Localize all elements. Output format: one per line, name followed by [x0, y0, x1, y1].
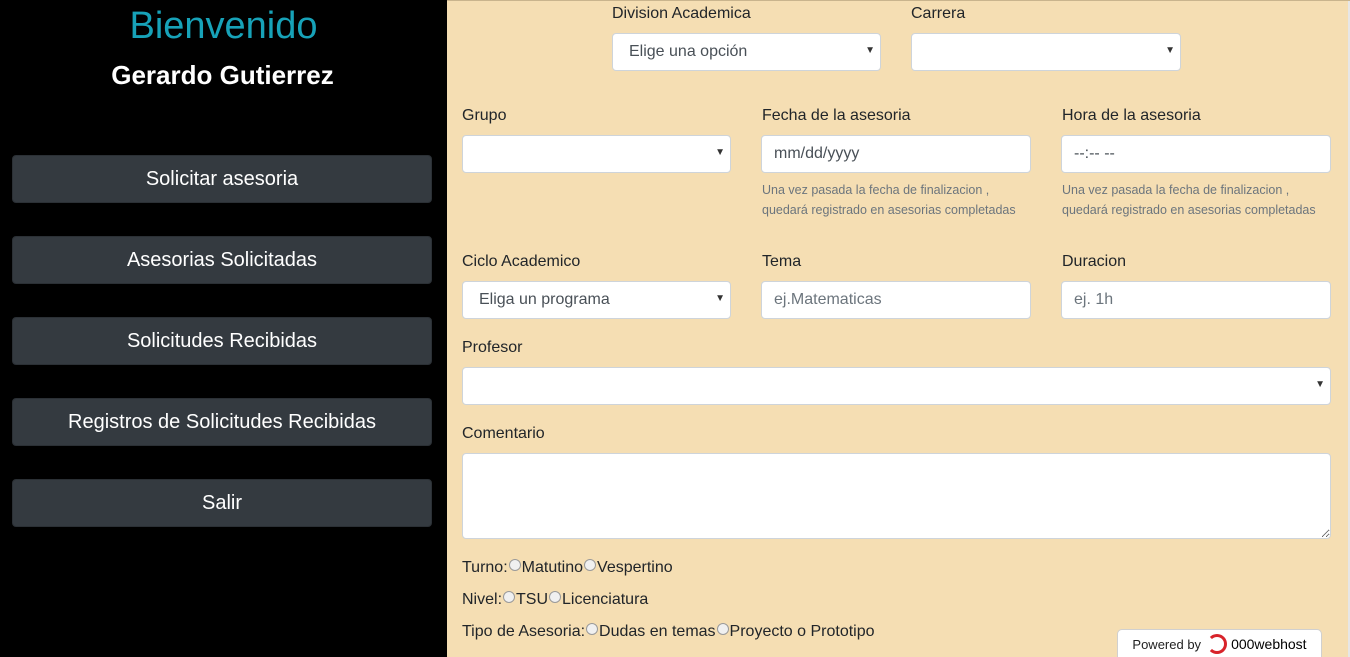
comentario-textarea[interactable] [462, 453, 1331, 539]
division-value: Elige una opción [629, 43, 748, 60]
fecha-label: Fecha de la asesoria [762, 107, 911, 124]
powered-by-badge[interactable]: Powered by 000webhost [1117, 629, 1322, 657]
solicitar-asesoria-button[interactable]: Solicitar asesoria [12, 155, 432, 203]
sidebar: Bienvenido Gerardo Gutierrez Solicitar a… [0, 0, 447, 657]
turno-label: Turno: [462, 559, 508, 576]
user-name: Gerardo Gutierrez [111, 60, 334, 90]
welcome-heading: Bienvenido [129, 5, 318, 47]
host-brand: 000webhost [1231, 636, 1307, 652]
fecha-value: mm/dd/yyyy [774, 145, 860, 162]
hora-help-text: Una vez pasada la fecha de finalizacion … [1062, 183, 1316, 217]
solicitudes-recibidas-button[interactable]: Solicitudes Recibidas [12, 317, 432, 365]
fecha-input[interactable]: mm/dd/yyyy [761, 135, 1031, 173]
asesorias-solicitadas-button[interactable]: Asesorias Solicitadas [12, 236, 432, 284]
ciclo-value: Eliga un programa [479, 291, 610, 308]
duracion-label: Duracion [1062, 253, 1127, 270]
profesor-label: Profesor [462, 339, 523, 356]
radio-icon[interactable] [586, 623, 599, 635]
turno-option-matutino[interactable]: Matutino [522, 559, 583, 577]
tema-input[interactable]: ej.Matematicas [761, 281, 1031, 319]
hora-value: --:-- -- [1074, 145, 1115, 162]
carrera-label: Carrera [911, 5, 966, 22]
nivel-option-licenciatura[interactable]: Licenciatura [562, 591, 648, 609]
ciclo-label: Ciclo Academico [462, 253, 581, 270]
profesor-select[interactable]: ▼ [462, 367, 1331, 405]
comentario-label: Comentario [462, 425, 545, 442]
grupo-select[interactable]: ▼ [462, 135, 731, 173]
tipo-label: Tipo de Asesoria: [462, 623, 586, 640]
turno-option-vespertino[interactable]: Vespertino [597, 559, 673, 577]
division-select[interactable]: Elige una opción ▼ [612, 33, 881, 71]
chevron-down-icon: ▼ [715, 147, 725, 158]
tipo-option-dudas[interactable]: Dudas en temas [599, 623, 716, 641]
000webhost-logo-icon [1207, 634, 1228, 654]
registros-solicitudes-button[interactable]: Registros de Solicitudes Recibidas [12, 398, 432, 446]
hora-label: Hora de la asesoria [1062, 107, 1201, 124]
nivel-option-tsu[interactable]: TSU [516, 591, 548, 609]
radio-icon[interactable] [584, 559, 597, 571]
tipo-group: Tipo de Asesoria: Dudas en temas Proyect… [462, 623, 875, 641]
chevron-down-icon: ▼ [1315, 379, 1325, 390]
tipo-option-proyecto[interactable]: Proyecto o Prototipo [730, 623, 875, 641]
tema-placeholder: ej.Matematicas [774, 291, 882, 308]
powered-by-text: Powered by [1132, 636, 1202, 652]
salir-button[interactable]: Salir [12, 479, 432, 527]
carrera-select[interactable]: ▼ [911, 33, 1181, 71]
grupo-label: Grupo [462, 107, 507, 124]
chevron-down-icon: ▼ [1165, 45, 1175, 56]
division-label: Division Academica [612, 5, 751, 22]
chevron-down-icon: ▼ [865, 45, 875, 56]
radio-icon[interactable] [508, 559, 521, 571]
duracion-placeholder: ej. 1h [1074, 291, 1114, 308]
chevron-down-icon: ▼ [715, 293, 725, 304]
turno-group: Turno: Matutino Vespertino [462, 559, 673, 577]
radio-icon[interactable] [716, 623, 729, 635]
radio-icon[interactable] [549, 591, 562, 603]
ciclo-select[interactable]: Eliga un programa ▼ [462, 281, 731, 319]
hora-input[interactable]: --:-- -- [1061, 135, 1331, 173]
tema-label: Tema [762, 253, 802, 270]
radio-icon[interactable] [503, 591, 516, 603]
duracion-input[interactable]: ej. 1h [1061, 281, 1331, 319]
nivel-label: Nivel: [462, 591, 503, 608]
fecha-help-text: Una vez pasada la fecha de finalizacion … [762, 183, 1016, 217]
nivel-group: Nivel: TSU Licenciatura [462, 591, 648, 609]
